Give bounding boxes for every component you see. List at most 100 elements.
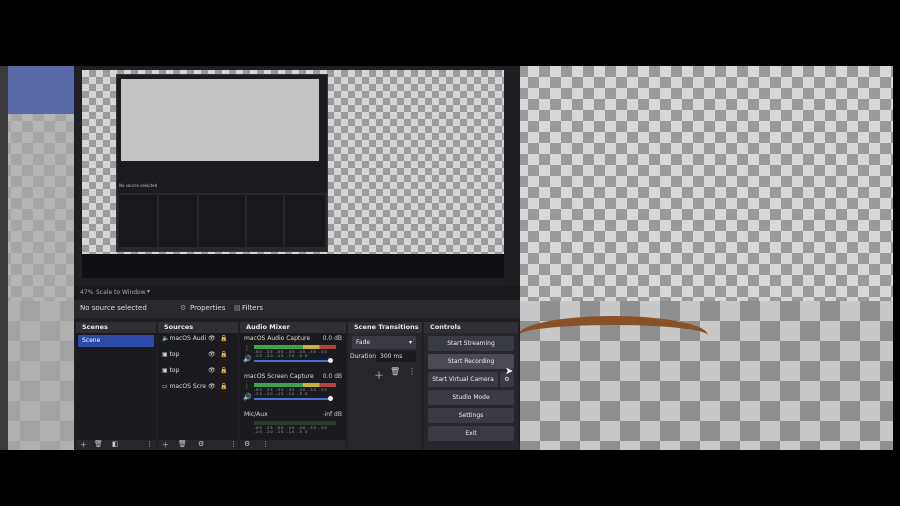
volume-meter [254, 345, 336, 349]
volume-slider[interactable] [254, 360, 332, 362]
nested-preview-scene: No source selected [82, 70, 504, 254]
source-toolbar: No source selected ⚙ Properties ▤ Filter… [74, 300, 520, 318]
scenes-footer: ＋ 🗑 ◧ ⋮ [76, 440, 156, 450]
studio-mode-button[interactable]: Studio Mode [428, 390, 514, 405]
trash-icon[interactable]: 🗑 [390, 367, 400, 376]
controls-body: Start Streaming Start Recording Start Vi… [424, 333, 518, 450]
properties-button[interactable]: Properties [190, 304, 225, 312]
eye-icon[interactable]: 👁 [208, 333, 216, 345]
transitions-dock: Scene Transitions Fade ▾ Duration 300 ms… [348, 322, 422, 450]
slider-handle[interactable] [328, 358, 333, 363]
chevron-down-icon[interactable]: ▾ [147, 288, 150, 295]
zoom-level: 47% [80, 289, 94, 296]
duration-input[interactable]: 300 ms [376, 351, 416, 362]
nested-docks [117, 193, 327, 251]
nested-status: No source selected [119, 183, 158, 188]
scenes-list: Scene [76, 333, 156, 440]
image-icon: ▣ [162, 367, 170, 374]
filters-button[interactable]: Filters [242, 304, 263, 312]
eye-icon[interactable]: 👁 [208, 349, 216, 361]
controls-title: Controls [424, 322, 518, 333]
audio-mixer-dock: Audio Mixer macOS Audio Capture 0.0 dB ⋮… [240, 322, 346, 450]
filter-icon[interactable]: ◧ [112, 440, 119, 448]
wooden-plank [518, 316, 708, 355]
channel-name: Mic/Aux [244, 411, 268, 418]
more-icon[interactable]: ⋮ [408, 367, 416, 376]
add-icon[interactable]: ＋ [80, 440, 87, 450]
source-item[interactable]: ▣ top 👁 🔒 [162, 365, 232, 377]
lock-icon[interactable]: 🔒 [220, 365, 227, 377]
meter-ticks: -60 -55 -50 -45 -40 -35 -30 -25 -20 -15 … [254, 426, 328, 434]
more-icon[interactable]: ⋮ [244, 383, 250, 390]
monitor-icon: ▭ [162, 383, 170, 390]
channel-name: macOS Audio Capture [244, 335, 311, 342]
add-icon[interactable]: ＋ [374, 367, 384, 382]
nested-inner-preview [121, 79, 319, 161]
more-icon[interactable]: ⋮ [146, 440, 153, 448]
duration-label: Duration [350, 353, 377, 360]
start-virtual-camera-button[interactable]: Start Virtual Camera [428, 372, 498, 387]
source-item[interactable]: 🔈macOS Audi 👁 🔒 [162, 333, 232, 345]
lock-icon[interactable]: 🔒 [220, 349, 227, 361]
controls-dock: Controls Start Streaming Start Recording… [424, 322, 518, 450]
sources-footer: ＋ 🗑 ⚙ ⋮ [158, 440, 238, 450]
add-icon[interactable]: ＋ [162, 440, 169, 450]
volume-meter [254, 421, 336, 425]
cursor-icon: ➤ [505, 366, 514, 377]
gear-icon[interactable]: ⚙ [198, 440, 204, 448]
nested-obs-window: No source selected [116, 74, 328, 252]
more-icon[interactable]: ⋮ [262, 440, 269, 448]
program-preview[interactable]: No source selected [82, 70, 504, 278]
left-edge-strip [0, 66, 8, 450]
mixer-title: Audio Mixer [240, 322, 346, 333]
trash-icon[interactable]: 🗑 [178, 440, 187, 448]
blue-wall [8, 66, 78, 114]
mixer-footer: ⚙ ⋮ [240, 440, 346, 450]
scenes-dock: Scenes Scene ＋ 🗑 ◧ ⋮ [76, 322, 156, 450]
speaker-icon[interactable]: 🔊 [243, 355, 252, 363]
eye-icon[interactable]: 👁 [208, 381, 216, 393]
meter-ticks: -60 -55 -50 -45 -40 -35 -30 -25 -20 -15 … [254, 388, 328, 396]
scenes-title: Scenes [76, 322, 156, 333]
chevron-down-icon: ▾ [408, 339, 412, 346]
source-status: No source selected [80, 304, 147, 312]
start-streaming-button[interactable]: Start Streaming [428, 336, 514, 351]
transition-select[interactable]: Fade ▾ [352, 336, 416, 349]
scene-item[interactable]: Scene [78, 335, 154, 347]
sources-list: 🔈macOS Audi 👁 🔒 ▣ top 👁 🔒 ▣ top 👁 🔒 ▭ ma… [158, 333, 238, 440]
image-icon: ▣ [162, 351, 170, 358]
start-recording-button[interactable]: Start Recording [428, 354, 514, 369]
trash-icon[interactable]: 🗑 [94, 440, 103, 448]
exit-button[interactable]: Exit [428, 426, 514, 441]
volume-slider[interactable] [254, 398, 332, 400]
channel-db: -inf dB [322, 411, 342, 418]
settings-button[interactable]: Settings [428, 408, 514, 423]
eye-icon[interactable]: 👁 [208, 365, 216, 377]
filter-icon: ▤ [234, 304, 241, 312]
channel-db: 0.0 dB [322, 335, 342, 342]
obs-window: No source selected 47% Scale to Window ▾… [74, 66, 520, 450]
slider-handle[interactable] [328, 396, 333, 401]
more-icon[interactable]: ⋮ [230, 440, 237, 448]
source-item[interactable]: ▭ macOS Scre 👁 🔒 [162, 381, 232, 393]
mixer-body: macOS Audio Capture 0.0 dB ⋮ -60 -55 -50… [240, 333, 346, 440]
preview-toolbar: 47% Scale to Window ▾ [74, 286, 520, 300]
transitions-body: Fade ▾ Duration 300 ms ＋ 🗑 ⋮ [348, 333, 422, 440]
transitions-title: Scene Transitions [348, 322, 422, 333]
source-item[interactable]: ▣ top 👁 🔒 [162, 349, 232, 361]
scale-mode-select[interactable]: Scale to Window [96, 289, 146, 296]
sources-dock: Sources 🔈macOS Audi 👁 🔒 ▣ top 👁 🔒 ▣ top … [158, 322, 238, 450]
channel-name: macOS Screen Capture [244, 373, 314, 380]
sources-title: Sources [158, 322, 238, 333]
link-icon[interactable]: ⚙ [244, 440, 250, 448]
gear-icon: ⚙ [180, 304, 187, 312]
more-icon[interactable]: ⋮ [244, 345, 250, 352]
side-wall [0, 66, 74, 450]
lock-icon[interactable]: 🔒 [220, 333, 227, 345]
volume-meter [254, 383, 336, 387]
channel-db: 0.0 dB [322, 373, 342, 380]
meter-ticks: -60 -55 -50 -45 -40 -35 -30 -25 -20 -15 … [254, 350, 328, 358]
speaker-icon[interactable]: 🔊 [243, 393, 252, 401]
lock-icon[interactable]: 🔒 [220, 381, 227, 393]
preview-edge [504, 66, 520, 296]
